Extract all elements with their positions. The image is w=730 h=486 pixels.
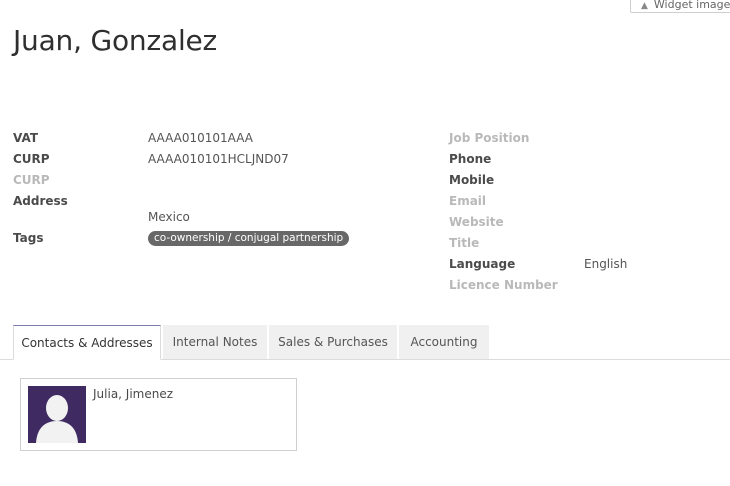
field-label: Address [13,194,68,208]
field-label: Licence Number [449,278,558,292]
field-website: Website [449,215,504,229]
partner-name-title: Juan, Gonzalez [13,24,218,57]
field-label: Title [449,236,480,250]
field-label: Tags [13,231,44,245]
field-label: Website [449,215,504,229]
person-silhouette-icon [28,386,86,443]
field-curp-value[interactable]: AAAA010101HCLJND07 [148,152,289,166]
tab-sales-purchases[interactable]: Sales & Purchases [269,325,397,359]
field-title: Title [449,236,479,250]
contact-name: Julia, Jimenez [93,387,174,401]
field-email: Email [449,194,486,208]
field-job-position: Job Position [449,131,529,145]
widget-image-label: Widget image [653,0,730,11]
field-curp: CURP [13,152,50,166]
field-label: Phone [449,152,492,166]
field-label: VAT [13,131,39,145]
field-vat: VAT [13,131,38,145]
field-label: CURP [13,173,50,187]
field-label: Mobile [449,173,495,187]
tab-contacts-addresses[interactable]: Contacts & Addresses [13,325,161,360]
widget-image-button[interactable]: ▲ Widget image [630,0,730,13]
caret-up-icon: ▲ [641,1,648,11]
field-language-value[interactable]: English [584,257,627,271]
field-label: Email [449,194,487,208]
field-phone: Phone [449,152,491,166]
field-licence-number: Licence Number [449,278,558,292]
field-curp-empty: CURP [13,173,50,187]
tab-accounting[interactable]: Accounting [399,325,489,359]
contact-card[interactable]: Julia, Jimenez [20,378,297,451]
field-label: Language [449,257,516,271]
tag-badge[interactable]: co-ownership / conjugal partnership [148,231,350,246]
field-language: Language [449,257,515,271]
field-vat-value[interactable]: AAAA010101AAA [148,131,253,145]
partner-form: ▲ Widget image Juan, Gonzalez VAT AAAA010… [0,0,730,486]
field-mobile: Mobile [449,173,494,187]
tab-internal-notes[interactable]: Internal Notes [163,325,267,359]
field-address: Address [13,194,68,208]
address-country-value[interactable]: Mexico [148,210,190,224]
field-tags: Tags [13,231,43,245]
field-label: Job Position [449,131,530,145]
field-label: CURP [13,152,50,166]
